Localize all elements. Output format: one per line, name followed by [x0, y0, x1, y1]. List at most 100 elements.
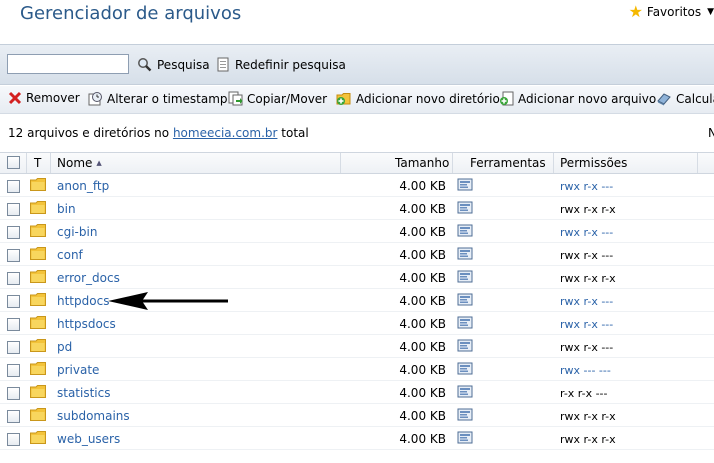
properties-icon[interactable] [457, 339, 473, 353]
folder-icon [30, 316, 46, 329]
permissions-value: r-x r-x --- [560, 387, 608, 400]
row-checkbox[interactable] [7, 226, 20, 239]
sort-ascending-icon: ▲ [96, 159, 102, 167]
folder-icon [30, 431, 46, 444]
column-header-name-label: Nome [57, 156, 93, 170]
file-name-link[interactable]: subdomains [57, 409, 130, 423]
folder-icon [30, 201, 46, 214]
delete-icon [8, 91, 22, 105]
table-row: statistics 4.00 KB r-x r-x --- [0, 381, 714, 404]
document-icon [217, 57, 229, 72]
permissions-value[interactable]: rwx r-x --- [560, 226, 613, 239]
row-checkbox[interactable] [7, 272, 20, 285]
table-row: subdomains 4.00 KB rwx r-x r-x [0, 404, 714, 427]
calculate-button[interactable]: Calcula [656, 91, 714, 106]
properties-icon[interactable] [457, 385, 473, 399]
permissions-value[interactable]: rwx r-x --- [560, 318, 613, 331]
table-row: anon_ftp 4.00 KB rwx r-x --- [0, 174, 714, 197]
column-header-size[interactable]: Tamanho [395, 156, 449, 170]
add-file-label: Adicionar novo arquivo [518, 91, 657, 106]
row-checkbox[interactable] [7, 433, 20, 446]
properties-icon[interactable] [457, 316, 473, 330]
permissions-value[interactable]: rwx r-x --- [560, 295, 613, 308]
change-timestamp-button[interactable]: Alterar o timestamp [88, 91, 228, 106]
row-checkbox[interactable] [7, 387, 20, 400]
properties-icon[interactable] [457, 431, 473, 445]
copy-move-label: Copiar/Mover [247, 91, 328, 106]
properties-icon[interactable] [457, 293, 473, 307]
summary-suffix: total [281, 126, 309, 140]
file-name-link[interactable]: error_docs [57, 271, 120, 285]
file-size: 4.00 KB [399, 225, 446, 239]
row-checkbox[interactable] [7, 410, 20, 423]
row-checkbox[interactable] [7, 318, 20, 331]
add-directory-label: Adicionar novo diretório [356, 91, 500, 106]
file-size: 4.00 KB [399, 248, 446, 262]
add-file-button[interactable]: Adicionar novo arquivo [499, 91, 656, 106]
copy-icon [228, 91, 243, 106]
file-size: 4.00 KB [399, 271, 446, 285]
file-name-link[interactable]: private [57, 363, 99, 377]
folder-icon [30, 270, 46, 283]
column-header-permissions: Permissões [560, 156, 628, 170]
search-bar: Pesquisa Redefinir pesquisa [0, 44, 714, 85]
search-button[interactable]: Pesquisa [137, 57, 210, 72]
change-timestamp-label: Alterar o timestamp [107, 91, 228, 106]
file-name-link[interactable]: bin [57, 202, 76, 216]
properties-icon[interactable] [457, 362, 473, 376]
file-name-link[interactable]: conf [57, 248, 83, 262]
file-name-link[interactable]: httpdocs [57, 294, 109, 308]
search-input[interactable] [7, 54, 129, 74]
folder-icon [30, 385, 46, 398]
properties-icon[interactable] [457, 178, 473, 192]
toolbar: Remover Alterar o timestamp Copiar/Mover… [0, 86, 714, 114]
column-separator [340, 153, 341, 173]
row-checkbox[interactable] [7, 341, 20, 354]
file-size: 4.00 KB [399, 432, 446, 446]
file-name-link[interactable]: statistics [57, 386, 111, 400]
reset-search-button[interactable]: Redefinir pesquisa [217, 57, 346, 72]
file-name-link[interactable]: anon_ftp [57, 179, 109, 193]
row-checkbox[interactable] [7, 295, 20, 308]
column-header-tools: Ferramentas [470, 156, 546, 170]
row-checkbox[interactable] [7, 180, 20, 193]
permissions-value[interactable]: rwx r-x --- [560, 180, 613, 193]
title-bar: Gerenciador de arquivos ★ Favoritos ▼ [0, 0, 714, 30]
row-checkbox[interactable] [7, 364, 20, 377]
column-header-name[interactable]: Nome ▲ [57, 156, 102, 170]
properties-icon[interactable] [457, 224, 473, 238]
folder-icon [30, 247, 46, 260]
permissions-value: rwx r-x r-x [560, 410, 616, 423]
file-name-link[interactable]: pd [57, 340, 72, 354]
column-separator [50, 153, 51, 173]
table-row: cgi-bin 4.00 KB rwx r-x --- [0, 220, 714, 243]
properties-icon[interactable] [457, 408, 473, 422]
add-directory-button[interactable]: Adicionar novo diretório [336, 91, 500, 106]
file-name-link[interactable]: httpsdocs [57, 317, 116, 331]
properties-icon[interactable] [457, 247, 473, 261]
magnifier-icon [138, 58, 152, 72]
search-button-label: Pesquisa [157, 57, 210, 72]
column-separator [697, 153, 698, 173]
items-summary: 12 arquivos e diretórios no homeecia.com… [8, 126, 309, 140]
remove-button[interactable]: Remover [8, 91, 80, 105]
column-header-type[interactable]: T [34, 156, 41, 170]
permissions-value[interactable]: rwx --- --- [560, 364, 611, 377]
row-checkbox[interactable] [7, 249, 20, 262]
favorites-menu[interactable]: ★ Favoritos ▼ [629, 4, 714, 20]
file-size: 4.00 KB [399, 317, 446, 331]
file-name-link[interactable]: cgi-bin [57, 225, 97, 239]
domain-link[interactable]: homeecia.com.br [173, 126, 278, 140]
select-all-checkbox[interactable] [7, 156, 20, 169]
copy-move-button[interactable]: Copiar/Mover [228, 91, 327, 106]
table-row: private 4.00 KB rwx --- --- [0, 358, 714, 381]
permissions-value: rwx r-x r-x [560, 272, 616, 285]
row-checkbox[interactable] [7, 203, 20, 216]
annotation-arrow [108, 292, 228, 310]
properties-icon[interactable] [457, 270, 473, 284]
permissions-value: rwx r-x --- [560, 249, 614, 262]
file-name-link[interactable]: web_users [57, 432, 120, 446]
calculator-icon [657, 93, 671, 106]
permissions-value: rwx r-x r-x [560, 433, 616, 446]
properties-icon[interactable] [457, 201, 473, 215]
